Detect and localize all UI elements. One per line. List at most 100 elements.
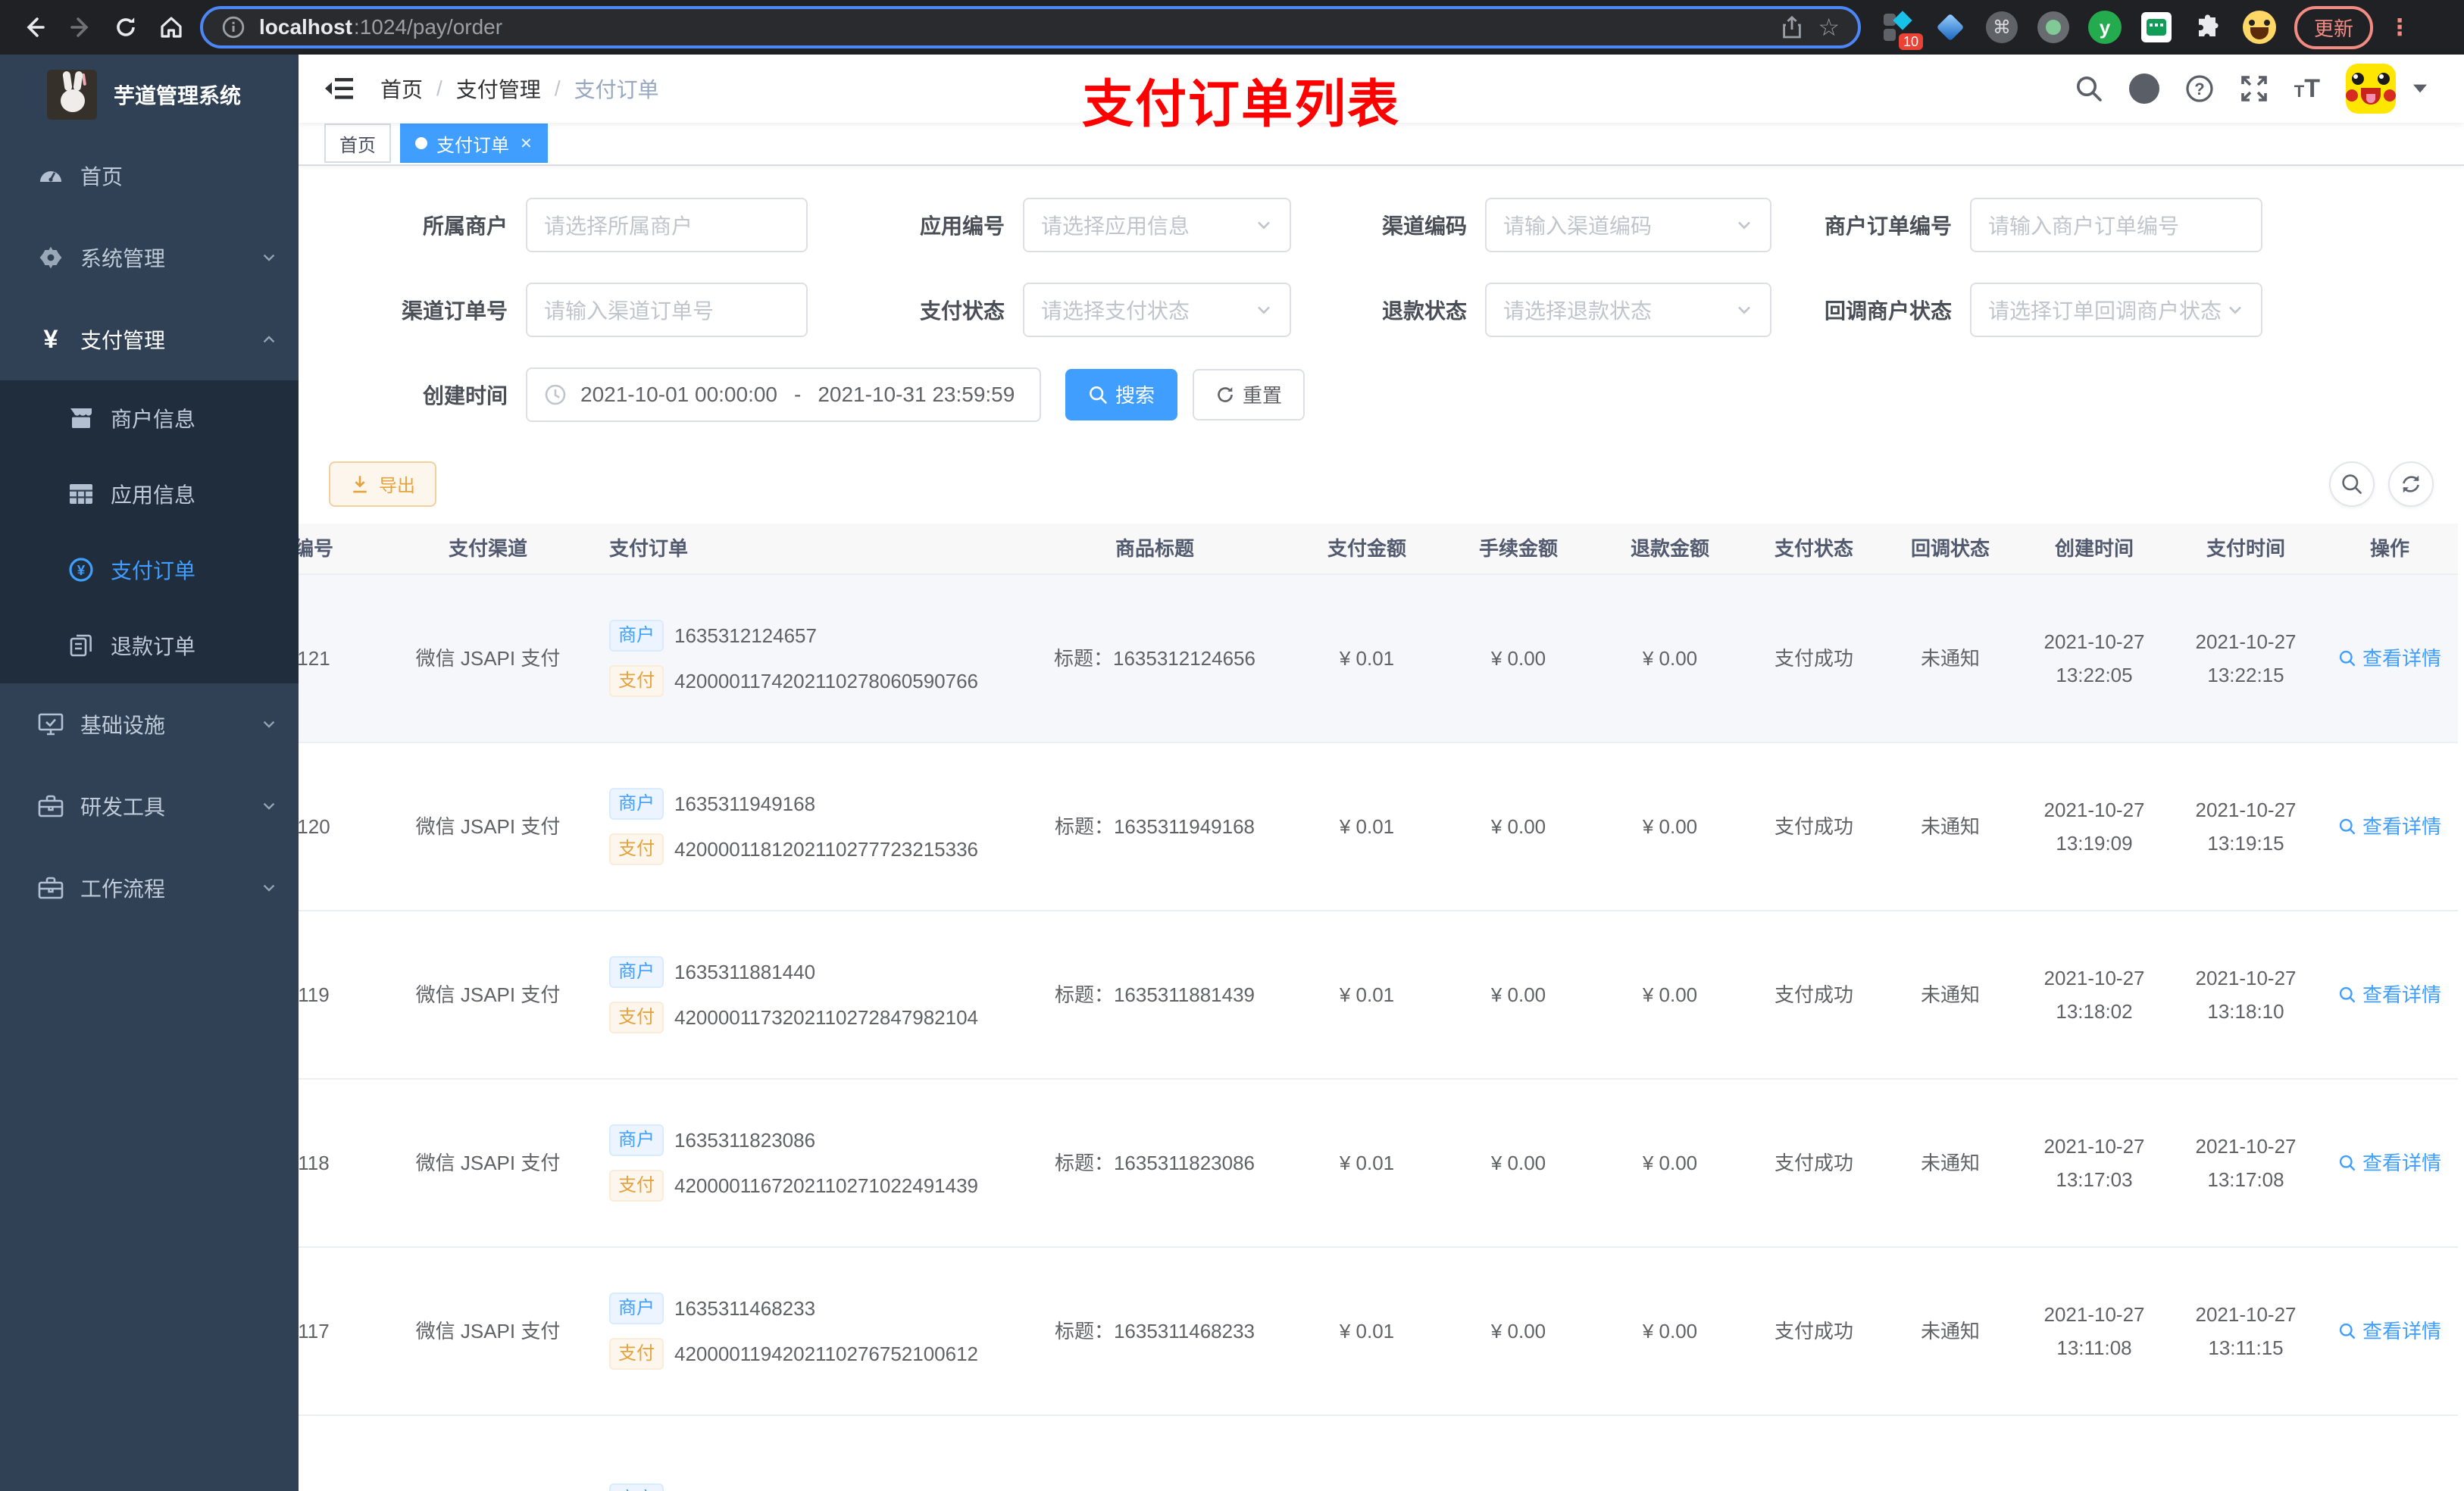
paid-date: 2021-10-27	[2195, 630, 2297, 653]
pay-tag: 支付	[609, 1001, 664, 1033]
extension-chat-icon[interactable]	[2140, 11, 2173, 44]
merchant-select[interactable]: 请选择所属商户	[526, 197, 808, 252]
github-icon[interactable]	[2128, 73, 2159, 104]
reload-button[interactable]	[103, 5, 149, 50]
sidebar-item-pay-order[interactable]: ¥ 支付订单	[0, 532, 299, 608]
tab-label: 首页	[339, 135, 376, 156]
tab-home[interactable]: 首页	[324, 123, 391, 164]
channel-order-no-input[interactable]: 请输入渠道订单号	[526, 282, 808, 337]
reset-button[interactable]: 重置	[1193, 368, 1305, 420]
range-start: 2021-10-01 00:00:00	[580, 382, 777, 406]
col-action: 操作	[2369, 536, 2409, 560]
forward-button[interactable]	[58, 5, 103, 50]
export-button[interactable]: 导出	[329, 461, 436, 507]
refund-status-select[interactable]: 请选择退款状态	[1485, 282, 1771, 337]
shop-icon	[68, 407, 94, 430]
extension-recorder-icon[interactable]	[2037, 11, 2070, 44]
sidebar-item-home[interactable]: 首页	[0, 135, 299, 217]
extension-icons: 10 ⌘ y	[1882, 11, 2276, 50]
extension-tabs-icon[interactable]: 10	[1882, 11, 1923, 50]
user-avatar[interactable]	[2346, 63, 2396, 114]
refresh-button[interactable]	[2388, 461, 2434, 507]
merchant-tag: 商户	[609, 1124, 664, 1156]
chrome-update-button[interactable]: 更新	[2294, 5, 2374, 49]
info-icon[interactable]	[221, 15, 245, 39]
extensions-puzzle-icon[interactable]	[2191, 11, 2225, 44]
sidebar-item-infrastructure[interactable]: 基础设施	[0, 683, 299, 765]
created-date: 2021-10-27	[2043, 1302, 2145, 1326]
table-row: 商户 1635311251796	[299, 1415, 2458, 1491]
created-time: 13:19:09	[2056, 831, 2133, 855]
cell-id: 118	[299, 1151, 330, 1174]
search-icon[interactable]	[2075, 74, 2103, 103]
channel-order-no: 4200001167202110271022491439	[674, 1174, 979, 1197]
table-row: 117 微信 JSAPI 支付 商户 1635311468233 支付 420000…	[299, 1247, 2458, 1416]
app-logo: 芋道管理系统	[0, 55, 299, 135]
help-icon[interactable]: ?	[2185, 74, 2214, 103]
avatar-dropdown-caret-icon[interactable]	[2412, 83, 2428, 94]
share-icon[interactable]	[1780, 15, 1804, 39]
cell-amount: ¥ 0.01	[1339, 1319, 1395, 1343]
url-bar[interactable]: localhost :1024/pay/order ☆	[200, 6, 1861, 48]
back-button[interactable]	[12, 5, 58, 50]
filter-label: 所属商户	[422, 214, 508, 238]
search-button[interactable]: 搜索	[1065, 368, 1178, 420]
extension-kite-icon[interactable]	[1934, 11, 1967, 44]
created-time: 13:22:05	[2056, 663, 2133, 686]
sidebar-item-merchant-info[interactable]: 商户信息	[0, 380, 299, 456]
create-time-range-picker[interactable]: 2021-10-01 00:00:00 - 2021-10-31 23:59:5…	[526, 367, 1041, 422]
filter-label: 应用编号	[919, 214, 1005, 238]
paid-time: 13:19:15	[2207, 831, 2284, 855]
created-time: 13:17:03	[2056, 1167, 2133, 1191]
chevron-down-icon	[1255, 216, 1273, 234]
bookmark-star-icon[interactable]: ☆	[1818, 15, 1840, 39]
extension-y-icon[interactable]: y	[2088, 11, 2122, 44]
monitor-icon	[38, 712, 64, 736]
active-dot	[415, 137, 427, 150]
view-detail-link[interactable]: 查看详情	[2338, 1316, 2441, 1346]
breadcrumb-home[interactable]: 首页	[380, 73, 423, 104]
sidebar-item-refund-order[interactable]: 退款订单	[0, 608, 299, 683]
breadcrumb-pay-manage[interactable]: 支付管理	[456, 73, 541, 104]
cell-title: 标题：1635312124656	[1054, 646, 1255, 670]
paid-time: 13:17:08	[2207, 1167, 2284, 1191]
merchant-order-no-input[interactable]: 请输入商户订单编号	[1970, 197, 2262, 252]
view-detail-link[interactable]: 查看详情	[2338, 811, 2441, 842]
view-detail-link[interactable]: 查看详情	[2338, 1148, 2441, 1178]
cell-notify: 未通知	[1920, 646, 1980, 670]
sidebar-item-workflow[interactable]: 工作流程	[0, 847, 299, 929]
hide-search-button[interactable]	[2329, 461, 2375, 507]
fullscreen-icon[interactable]	[2240, 74, 2269, 103]
cell-fee: ¥ 0.00	[1490, 1151, 1546, 1174]
col-notify: 回调状态	[1910, 536, 1990, 560]
col-amount: 支付金额	[1327, 536, 1406, 560]
sidebar-item-system[interactable]: 系统管理	[0, 217, 299, 299]
sidebar-item-pay[interactable]: ¥ 支付管理	[0, 299, 299, 380]
export-button-label: 导出	[379, 476, 415, 497]
chrome-menu-icon[interactable]: ⋮	[2388, 14, 2412, 41]
extension-command-icon[interactable]: ⌘	[1985, 11, 2018, 44]
pay-status-select[interactable]: 请选择支付状态	[1023, 282, 1291, 337]
view-detail-link[interactable]: 查看详情	[2338, 643, 2441, 674]
close-icon[interactable]: ✕	[520, 134, 533, 153]
placeholder: 请选择所属商户	[544, 214, 693, 238]
sidebar-fold-icon[interactable]	[324, 76, 355, 102]
view-detail-link[interactable]: 查看详情	[2338, 980, 2441, 1010]
sidebar-item-dev-tools[interactable]: 研发工具	[0, 765, 299, 847]
view-detail-label: 查看详情	[2362, 1319, 2441, 1343]
chevron-down-icon	[1255, 301, 1273, 319]
paid-time: 13:22:15	[2207, 663, 2284, 686]
sidebar-item-label: 应用信息	[111, 483, 196, 507]
cell-status: 支付成功	[1774, 1319, 1853, 1343]
channel-order-no: 4200001173202110272847982104	[674, 1005, 979, 1029]
tab-pay-order[interactable]: 支付订单 ✕	[400, 123, 548, 164]
home-button[interactable]	[149, 5, 194, 50]
channel-code-select[interactable]: 请输入渠道编码	[1485, 197, 1771, 252]
font-size-icon[interactable]: TT	[2294, 76, 2320, 102]
table-row: 120 微信 JSAPI 支付 商户 1635311949168 支付 420000…	[299, 742, 2458, 911]
notify-status-select[interactable]: 请选择订单回调商户状态	[1970, 282, 2262, 337]
app-select[interactable]: 请选择应用信息	[1023, 197, 1291, 252]
filter-label: 退款状态	[1381, 299, 1467, 323]
profile-avatar-icon[interactable]	[2243, 11, 2276, 44]
sidebar-item-app-info[interactable]: 应用信息	[0, 456, 299, 532]
